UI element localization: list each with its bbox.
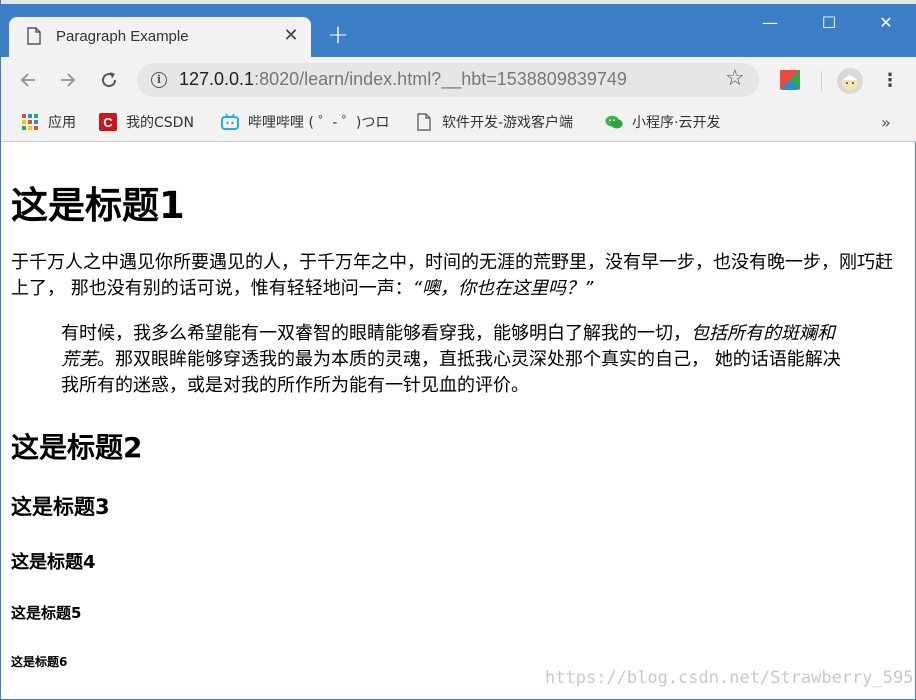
browser-window: Paragraph Example ✕ + — ☐ ✕ i 127.0.0.1:… bbox=[0, 0, 916, 700]
paragraph-emphasis: “噢，你也在这里吗？” bbox=[412, 278, 594, 299]
title-bar-edge bbox=[1, 0, 916, 4]
bookmark-label: 软件开发-游戏客户端 bbox=[442, 115, 574, 131]
toolbar-separator bbox=[821, 71, 822, 91]
heading-2: 这是标题2 bbox=[11, 431, 143, 464]
reload-button[interactable] bbox=[96, 67, 122, 93]
arrow-right-icon bbox=[61, 73, 76, 87]
bookmarks-overflow-button[interactable]: » bbox=[881, 111, 891, 133]
heading-6: 这是标题6 bbox=[11, 655, 68, 669]
heading-3: 这是标题3 bbox=[11, 495, 110, 519]
close-window-button[interactable]: ✕ bbox=[863, 8, 909, 38]
title-bar: Paragraph Example ✕ + — ☐ ✕ bbox=[1, 0, 916, 57]
minimize-button[interactable]: — bbox=[747, 8, 793, 38]
bookmarks-bar: 应用 C 我的CSDN 哔哩哔哩 ( ゜- ゜)つロ 软件开发-游戏客户端 小程… bbox=[1, 103, 916, 142]
heading-4: 这是标题4 bbox=[11, 552, 96, 573]
url-text[interactable]: 127.0.0.1:8020/learn/index.html?__hbt=15… bbox=[179, 69, 627, 90]
bookmark-label: 哔哩哔哩 ( ゜- ゜)つロ bbox=[248, 115, 390, 131]
address-bar[interactable]: i 127.0.0.1:8020/learn/index.html?__hbt=… bbox=[137, 63, 759, 97]
svg-text:C: C bbox=[103, 115, 113, 130]
page-icon bbox=[27, 27, 41, 45]
wechat-icon bbox=[605, 115, 623, 129]
blockquote: 有时候，我多么希望能有一双睿智的眼睛能够看穿我，能够明白了解我的一切，包括所有的… bbox=[61, 321, 851, 399]
forward-button[interactable] bbox=[54, 67, 80, 93]
back-button[interactable] bbox=[16, 67, 42, 93]
bookmark-software[interactable]: 软件开发-游戏客户端 bbox=[415, 111, 573, 133]
csdn-icon: C bbox=[99, 113, 117, 131]
bookmark-miniprogram[interactable]: 小程序·云开发 bbox=[605, 111, 720, 133]
maximize-button[interactable]: ☐ bbox=[806, 8, 852, 38]
browser-tab[interactable]: Paragraph Example ✕ bbox=[9, 17, 311, 57]
bookmark-label: 我的CSDN bbox=[126, 115, 194, 131]
arrow-left-icon bbox=[20, 73, 35, 87]
menu-dots-icon[interactable]: ⋮ bbox=[881, 68, 899, 94]
tab-close-icon[interactable]: ✕ bbox=[281, 26, 301, 46]
bookmark-csdn[interactable]: C 我的CSDN bbox=[99, 111, 194, 133]
quote-text-start: 有时候，我多么希望能有一双睿智的眼睛能够看穿我，能够明白了解我的一切， bbox=[61, 323, 691, 344]
quote-text-end: 。那双眼眸能够穿透我的最为本质的灵魂，直抵我心灵深处那个真实的自己， 她的话语能… bbox=[61, 349, 841, 396]
extension-icon[interactable] bbox=[779, 69, 801, 91]
watermark: https://blog.csdn.net/Strawberry_595 bbox=[545, 668, 914, 688]
bookmark-apps[interactable]: 应用 bbox=[21, 111, 76, 133]
info-icon[interactable]: i bbox=[151, 72, 167, 88]
bookmark-label: 应用 bbox=[48, 115, 76, 131]
star-icon[interactable]: ☆ bbox=[725, 67, 745, 91]
avatar[interactable] bbox=[837, 68, 863, 94]
url-path: :8020/learn/index.html?__hbt=15388098397… bbox=[254, 69, 627, 89]
new-tab-button[interactable]: + bbox=[327, 22, 349, 48]
bilibili-icon bbox=[221, 113, 239, 130]
heading-1: 这是标题1 bbox=[11, 184, 185, 227]
bookmark-bilibili[interactable]: 哔哩哔哩 ( ゜- ゜)つロ bbox=[221, 111, 389, 133]
reload-icon bbox=[102, 72, 117, 88]
heading-5: 这是标题5 bbox=[11, 604, 82, 622]
avatar-face-icon bbox=[841, 74, 859, 90]
bookmark-label: 小程序·云开发 bbox=[632, 115, 721, 131]
tab-title: Paragraph Example bbox=[56, 28, 189, 45]
paragraph: 于千万人之中遇见你所要遇见的人，于千万年之中，时间的无涯的荒野里，没有早一步，也… bbox=[11, 250, 895, 302]
url-host: 127.0.0.1 bbox=[179, 69, 255, 89]
apps-grid-icon bbox=[22, 114, 38, 130]
page-icon bbox=[417, 113, 431, 131]
